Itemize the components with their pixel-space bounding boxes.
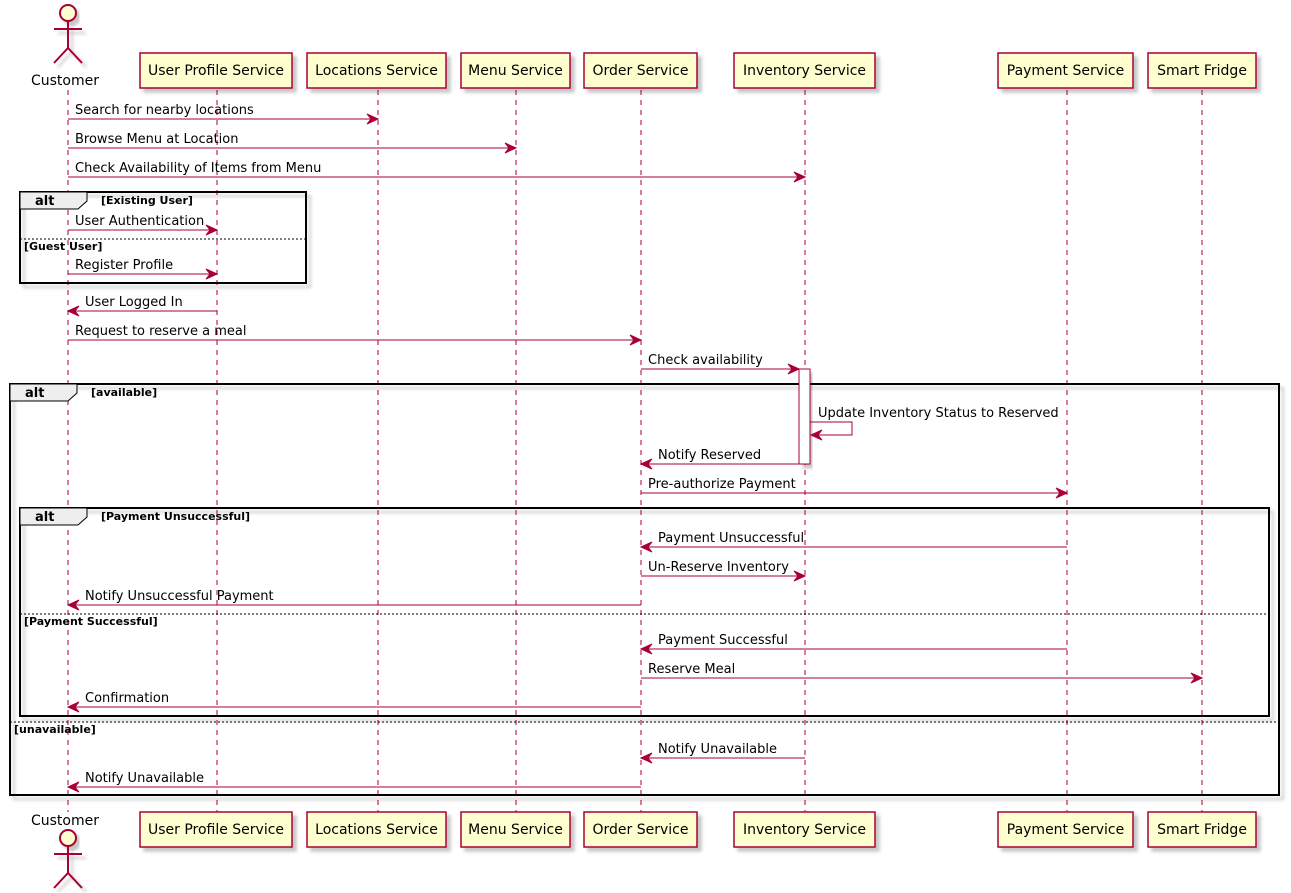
message-label: Browse Menu at Location	[75, 132, 238, 147]
message-label: Notify Unavailable	[85, 771, 204, 786]
participant-payment-top: Payment Service	[997, 52, 1134, 89]
message: Payment Unsuccessful	[639, 531, 1067, 553]
participant-label: User Profile Service	[148, 822, 284, 838]
message-label: Un-Reserve Inventory	[648, 560, 789, 575]
message: Browse Menu at Location	[68, 132, 518, 154]
frame-guard: [Payment Unsuccessful]	[101, 510, 250, 523]
participant-user_profile-top: User Profile Service	[139, 52, 293, 89]
message: Register Profile	[68, 258, 219, 280]
message: Check Availability of Items from Menu	[68, 161, 807, 183]
message: Un-Reserve Inventory	[641, 560, 807, 582]
message: Payment Successful	[639, 633, 1067, 655]
participant-locations-bottom: Locations Service	[306, 811, 447, 848]
message-label: Pre-authorize Payment	[648, 477, 796, 492]
message: Update Inventory Status to Reserved	[809, 406, 1059, 441]
participant-label: User Profile Service	[148, 63, 284, 79]
actor-customer: Customer	[31, 4, 99, 89]
message: Notify Reserved	[639, 448, 799, 470]
message: Search for nearby locations	[68, 103, 380, 125]
participant-label: Payment Service	[1007, 822, 1124, 838]
participant-label: Menu Service	[468, 63, 563, 79]
participant-label: Locations Service	[315, 822, 438, 838]
message: Confirmation	[66, 691, 641, 713]
participant-label: Inventory Service	[743, 822, 866, 838]
message: Notify Unavailable	[66, 771, 641, 793]
frame-keyword: alt	[35, 510, 54, 525]
message-label: User Authentication	[75, 214, 204, 229]
participant-inventory-top: Inventory Service	[733, 52, 876, 89]
message: User Authentication	[68, 214, 219, 236]
participant-fridge-top: Smart Fridge	[1147, 52, 1257, 89]
message: User Logged In	[66, 295, 217, 317]
participant-label: Smart Fridge	[1157, 822, 1247, 838]
actor-body-icon	[53, 21, 83, 64]
message-label: Check availability	[648, 353, 763, 368]
participant-order-bottom: Order Service	[583, 811, 698, 848]
frame-keyword: alt	[25, 386, 44, 401]
participant-fridge-bottom: Smart Fridge	[1147, 811, 1257, 848]
participant-order-top: Order Service	[583, 52, 698, 89]
participant-menu-bottom: Menu Service	[460, 811, 571, 848]
message: Check availability	[641, 353, 801, 375]
actor-body-icon	[53, 846, 83, 889]
participant-payment-bottom: Payment Service	[997, 811, 1134, 848]
frame-guard: [available]	[91, 386, 157, 399]
participant-label: Customer	[31, 73, 99, 89]
frame-keyword: alt	[35, 194, 54, 209]
participant-label: Payment Service	[1007, 63, 1124, 79]
message: Notify Unsuccessful Payment	[66, 589, 641, 611]
actor-head-icon	[59, 829, 77, 847]
frame-else-guard: [unavailable]	[14, 723, 96, 736]
message-label: Check Availability of Items from Menu	[75, 161, 321, 176]
frame-else-guard: [Payment Successful]	[24, 615, 158, 628]
participant-menu-top: Menu Service	[460, 52, 571, 89]
participant-label: Order Service	[593, 822, 689, 838]
message: Reserve Meal	[641, 662, 1204, 684]
message-label: User Logged In	[85, 295, 183, 310]
participant-label: Menu Service	[468, 822, 563, 838]
activation-bar	[798, 368, 811, 465]
message: Request to reserve a meal	[68, 324, 643, 346]
participant-label: Customer	[31, 813, 99, 829]
frame-else-guard: [Guest User]	[24, 240, 102, 253]
message: Notify Unavailable	[639, 742, 805, 764]
participant-user_profile-bottom: User Profile Service	[139, 811, 293, 848]
message-label: Confirmation	[85, 691, 169, 706]
frame-border	[19, 507, 1270, 717]
message-label: Search for nearby locations	[75, 103, 254, 118]
sequence-diagram: alt [Existing User] [Guest User] alt [availa…	[9, 4, 1280, 889]
participant-locations-top: Locations Service	[306, 52, 447, 89]
message-label: Notify Unavailable	[658, 742, 777, 757]
actor-head-icon	[59, 4, 77, 22]
message-label: Payment Unsuccessful	[658, 531, 804, 546]
message-label: Reserve Meal	[648, 662, 735, 677]
message-label: Request to reserve a meal	[75, 324, 246, 339]
participant-label: Locations Service	[315, 63, 438, 79]
message: Pre-authorize Payment	[641, 477, 1069, 499]
message-label: Register Profile	[75, 258, 173, 273]
message-label: Notify Unsuccessful Payment	[85, 589, 274, 604]
alt-frame: alt [Payment Unsuccessful] [Payment Succes…	[19, 507, 1270, 717]
message-label: Update Inventory Status to Reserved	[818, 406, 1059, 421]
participant-label: Order Service	[593, 63, 689, 79]
frame-guard: [Existing User]	[101, 194, 193, 207]
participant-label: Smart Fridge	[1157, 63, 1247, 79]
message-label: Notify Reserved	[658, 448, 761, 463]
message-label: Payment Successful	[658, 633, 788, 648]
actor-customer: Customer	[31, 813, 99, 889]
participant-inventory-bottom: Inventory Service	[733, 811, 876, 848]
participant-label: Inventory Service	[743, 63, 866, 79]
